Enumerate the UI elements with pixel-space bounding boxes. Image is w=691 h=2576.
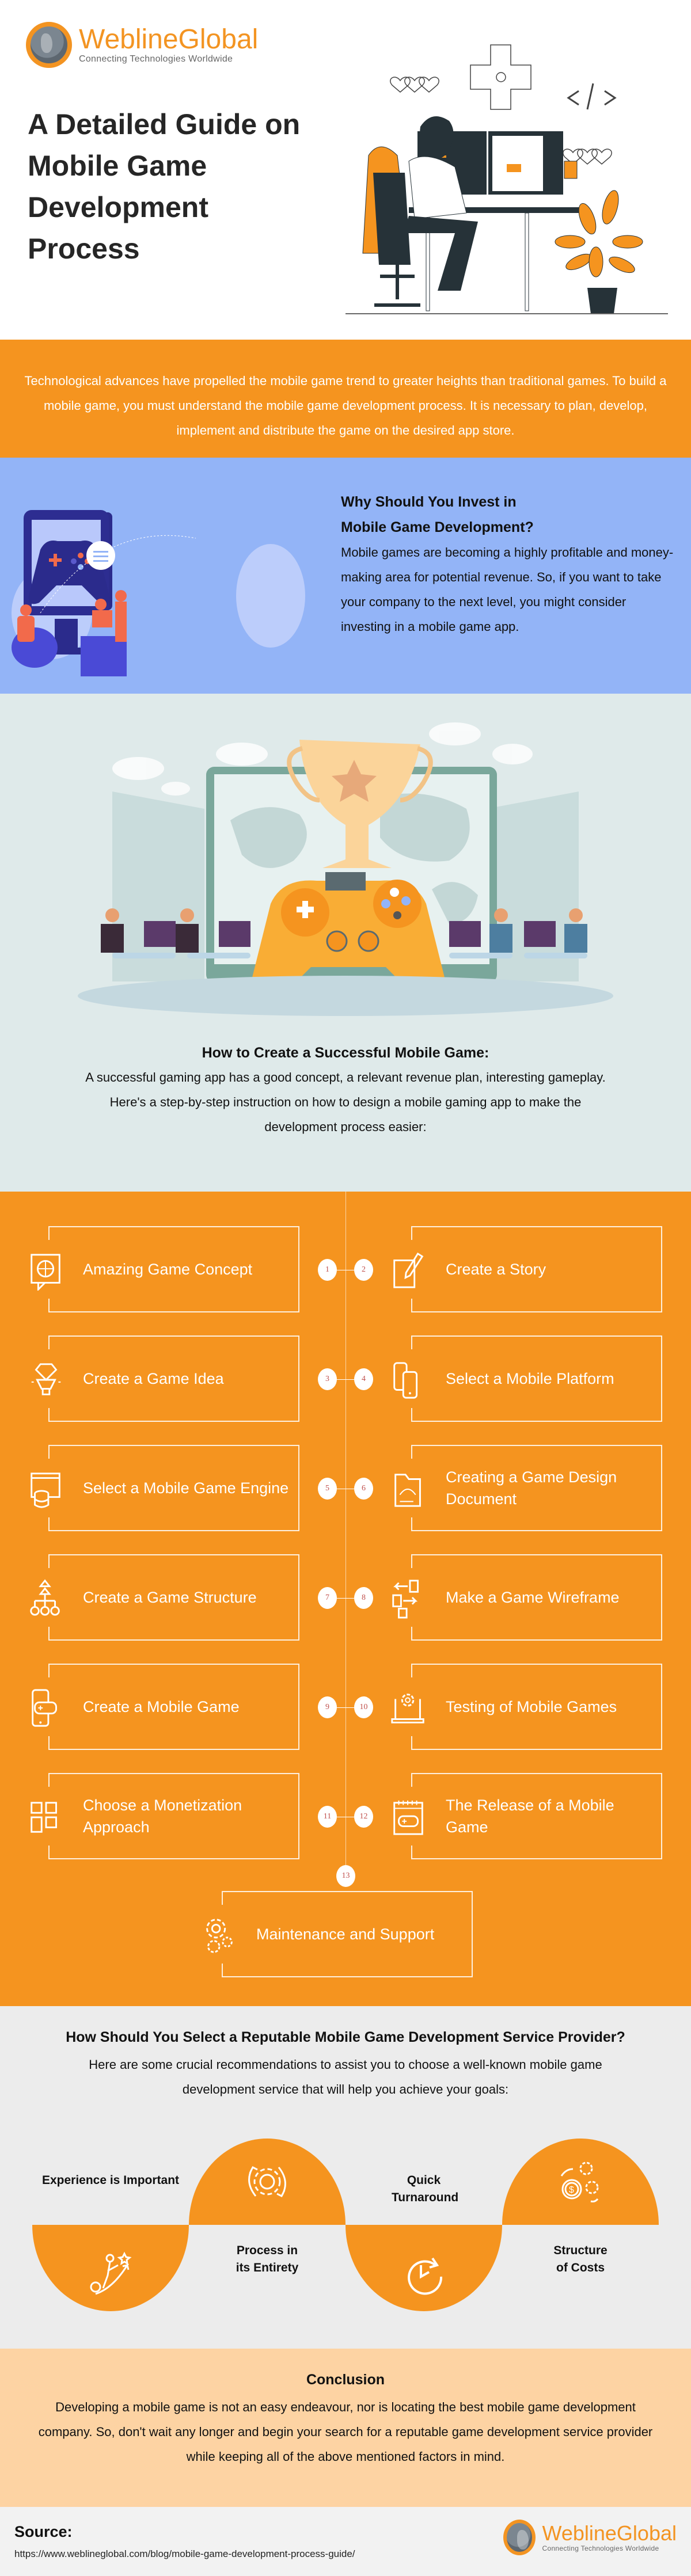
source-label: Source: (14, 2523, 73, 2540)
step-connector (337, 1598, 354, 1599)
wireframe-flow-icon (390, 1578, 427, 1619)
brand-name: WeblineGlobal (79, 24, 259, 55)
factor-label: Experience is Important (41, 2174, 180, 2187)
invest-heading-line1: Why Should You Invest in (341, 494, 517, 510)
step-card[interactable]: Amazing Game Concept (28, 1226, 299, 1312)
step-label: Create a Game Structure (83, 1589, 257, 1606)
step-number-badge: 13 (336, 1865, 355, 1887)
steps-section: Amazing Game Concept Create a Story Create… (0, 1192, 691, 2006)
hierarchy-icon (28, 1578, 64, 1619)
hero-section: WeblineGlobal Connecting Technologies Wo… (0, 0, 691, 340)
gamers-illustration (12, 510, 305, 676)
source-link[interactable]: https://www.weblineglobal.com/blog/mobil… (14, 2548, 355, 2560)
step-number-badge: 11 (318, 1806, 337, 1828)
diamond-bulb-icon (28, 1360, 64, 1400)
step-label: Select a Mobile Platform (446, 1370, 614, 1387)
clock-refresh-icon (408, 2257, 443, 2295)
design-folder-icon (390, 1469, 427, 1509)
footer: Source: https://www.weblineglobal.com/bl… (0, 2507, 691, 2576)
globe-logo-icon (503, 2520, 536, 2555)
step-number-badge: 3 (318, 1368, 337, 1390)
step-label: Amazing Game Concept (83, 1261, 253, 1278)
page-title: A Detailed Guide on Mobile Game Developm… (28, 108, 301, 265)
step-card[interactable]: Choose a Monetization Approach (28, 1773, 299, 1859)
factors-wave: Experience is Important Process in its E… (32, 2139, 660, 2317)
dollar-gears-icon: $ (560, 2162, 599, 2202)
step-label: Choose a Monetization Approach (83, 1797, 242, 1836)
invest-body: Mobile games are becoming a highly profi… (341, 545, 674, 634)
step-number-badge: 6 (354, 1478, 373, 1500)
step-label: Select a Mobile Game Engine (83, 1479, 289, 1497)
step-card[interactable]: The Release of a Mobile Game (390, 1773, 662, 1859)
step-label: Create a Game Idea (83, 1370, 224, 1387)
intro-banner: Technological advances have propelled th… (0, 340, 691, 458)
brand-tagline: Connecting Technologies Worldwide (79, 54, 233, 64)
step-card[interactable]: Create a Game Idea (28, 1335, 299, 1422)
step-card[interactable]: Create a Game Structure (28, 1554, 299, 1641)
create-body: A successful gaming app has a good conce… (85, 1070, 606, 1134)
esports-illustration (78, 722, 613, 1016)
step-card[interactable]: Maintenance and Support (201, 1891, 473, 1977)
code-tag-icon (567, 83, 617, 110)
step-number-badge: 5 (318, 1478, 337, 1500)
conclusion-heading: Conclusion (306, 2372, 385, 2388)
step-label: Create a Story (446, 1261, 546, 1278)
footer-brand-logo[interactable]: WeblineGlobal Connecting Technologies Wo… (503, 2520, 677, 2555)
step-card[interactable]: Create a Mobile Game (28, 1664, 299, 1750)
step-label: Testing of Mobile Games (446, 1698, 617, 1715)
step-card[interactable]: Select a Mobile Game Engine (28, 1445, 299, 1531)
step-card[interactable]: Select a Mobile Platform (390, 1335, 662, 1422)
step-label: The Release of a Mobile Game (446, 1797, 614, 1836)
brand-name: WeblineGlobal (542, 2521, 677, 2545)
browser-database-icon (28, 1469, 64, 1509)
laptop-gear-icon (390, 1688, 427, 1728)
pencil-paper-icon (390, 1250, 427, 1291)
step-number-badge: 9 (318, 1696, 337, 1718)
step-number-badge: 12 (354, 1806, 373, 1828)
climber-growth-icon (90, 2251, 132, 2295)
factor-label: Structure of Costs (553, 2244, 608, 2274)
step-label: Maintenance and Support (256, 1926, 435, 1943)
step-card[interactable]: Make a Game Wireframe (390, 1554, 662, 1641)
conclusion-section: Conclusion Developing a mobile game is n… (0, 2349, 691, 2507)
provider-section: How Should You Select a Reputable Mobile… (0, 2006, 691, 2349)
create-heading: How to Create a Successful Mobile Game: (202, 1045, 489, 1061)
step-number-badge: 1 (318, 1259, 337, 1281)
game-developer-illustration (346, 44, 668, 314)
globe-logo-icon (26, 22, 72, 68)
step-card[interactable]: Create a Story (390, 1226, 662, 1312)
step-number-badge: 4 (354, 1368, 373, 1390)
app-grid-icon (28, 1797, 64, 1837)
step-number-badge: 10 (354, 1696, 373, 1718)
create-section: How to Create a Successful Mobile Game: … (0, 694, 691, 1192)
brand-logo[interactable]: WeblineGlobal Connecting Technologies Wo… (26, 22, 258, 68)
gears-icon (201, 1915, 238, 1955)
provider-heading: How Should You Select a Reputable Mobile… (66, 2029, 625, 2045)
factor-label: Quick Turnaround (392, 2174, 459, 2204)
step-number-badge: 7 (318, 1587, 337, 1609)
invest-section: Why Should You Invest in Mobile Game Dev… (0, 458, 691, 694)
step-number-badge: 2 (354, 1259, 373, 1281)
step-connector (337, 1379, 354, 1380)
step-connector (337, 1707, 354, 1708)
svg-text:$: $ (569, 2185, 574, 2195)
phone-gamepad-icon (28, 1688, 64, 1728)
dpad-icon (470, 44, 531, 110)
gear-cycle-icon (248, 2166, 286, 2198)
step-number-badge: 8 (354, 1587, 373, 1609)
step-card[interactable]: Creating a Game Design Document (390, 1445, 662, 1531)
brand-tagline: Connecting Technologies Worldwide (542, 2544, 659, 2552)
intro-text: Technological advances have propelled th… (24, 374, 667, 437)
step-label: Create a Mobile Game (83, 1698, 240, 1715)
provider-body: Here are some crucial recommendations to… (89, 2057, 602, 2096)
factor-label: Process in its Entirety (236, 2244, 299, 2274)
invest-heading-line2: Mobile Game Development? (341, 519, 534, 535)
mobile-devices-icon (390, 1360, 427, 1400)
step-card[interactable]: Testing of Mobile Games (390, 1664, 662, 1750)
conclusion-body: Developing a mobile game is not an easy … (38, 2400, 653, 2464)
calendar-gamepad-icon (390, 1797, 427, 1837)
step-label: Make a Game Wireframe (446, 1589, 620, 1606)
step-label: Creating a Game Design Document (446, 1468, 617, 1508)
globe-chat-icon (28, 1250, 64, 1291)
